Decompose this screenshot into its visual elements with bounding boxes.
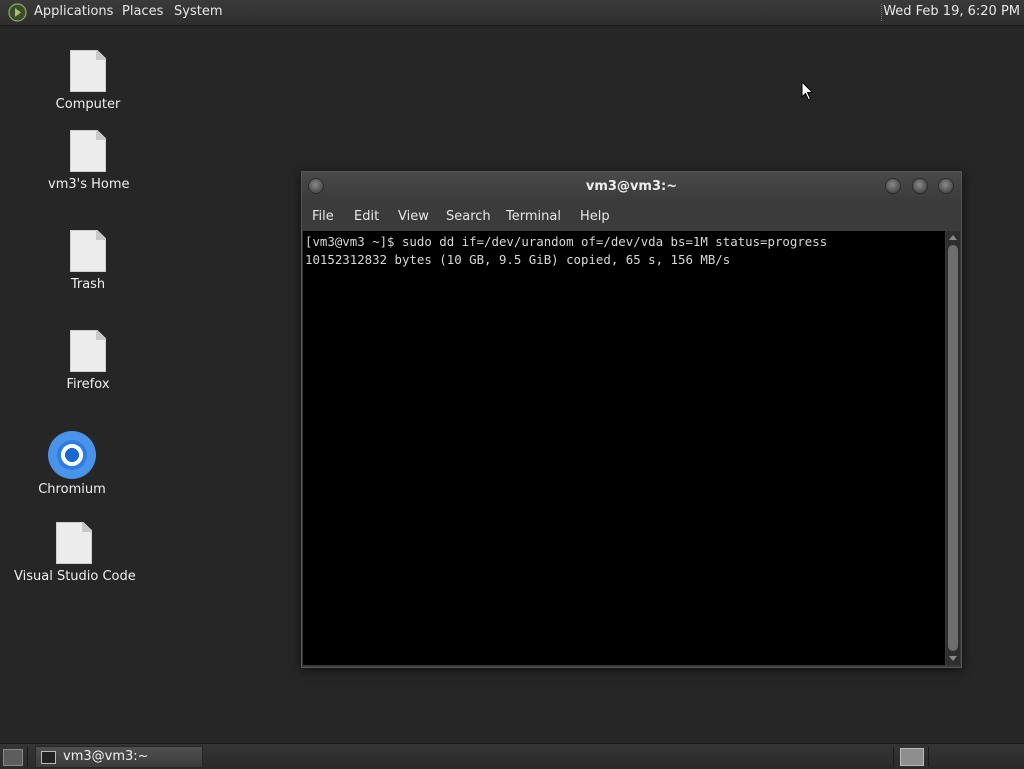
terminal-window[interactable]: vm3@vm3:~ File Edit View Search Terminal… xyxy=(301,171,962,668)
desktop-icon-computer[interactable]: Computer xyxy=(48,50,128,112)
file-icon xyxy=(70,230,106,272)
places-menu[interactable]: Places xyxy=(122,4,163,19)
terminal-line-command: [vm3@vm3 ~]$ sudo dd if=/dev/urandom of=… xyxy=(305,234,828,249)
window-title: vm3@vm3:~ xyxy=(585,179,678,194)
show-desktop-icon[interactable] xyxy=(3,749,23,766)
workspace-switcher[interactable] xyxy=(900,748,924,766)
bottom-panel: vm3@vm3:~ xyxy=(0,743,1024,769)
panel-separator xyxy=(893,747,894,766)
desktop-icon-label: Trash xyxy=(70,277,106,292)
distro-logo-icon[interactable] xyxy=(8,3,27,22)
terminal-icon xyxy=(41,751,56,764)
menu-view[interactable]: View xyxy=(398,209,429,224)
scroll-up-arrow-icon[interactable] xyxy=(949,235,957,240)
scroll-down-arrow-icon[interactable] xyxy=(949,656,957,661)
window-titlebar[interactable]: vm3@vm3:~ xyxy=(302,172,961,202)
minimize-button[interactable] xyxy=(885,178,901,194)
desktop-icon-chromium[interactable]: Chromium xyxy=(32,431,112,497)
desktop-icon-label: Chromium xyxy=(38,482,106,497)
menu-terminal[interactable]: Terminal xyxy=(506,209,561,224)
maximize-button[interactable] xyxy=(912,178,928,194)
system-menu[interactable]: System xyxy=(174,4,222,19)
desktop-icon-label: vm3's Home xyxy=(48,177,130,192)
file-icon xyxy=(70,130,106,172)
taskbar-item-terminal[interactable]: vm3@vm3:~ xyxy=(35,746,203,768)
file-icon xyxy=(56,522,92,564)
desktop-icon-home[interactable]: vm3's Home xyxy=(48,130,130,192)
file-icon xyxy=(70,330,106,372)
scroll-thumb[interactable] xyxy=(948,245,958,651)
clock[interactable]: Wed Feb 19, 6:20 PM xyxy=(883,4,1020,19)
terminal-scrollbar[interactable] xyxy=(946,231,960,665)
desktop-icon-label: Computer xyxy=(55,97,121,112)
desktop-icon-trash[interactable]: Trash xyxy=(48,230,128,292)
desktop-icon-vscode[interactable]: Visual Studio Code xyxy=(14,522,136,584)
desktop-icon-label: Visual Studio Code xyxy=(14,569,136,584)
desktop-icon-label: Firefox xyxy=(66,377,110,392)
terminal-menubar: File Edit View Search Terminal Help xyxy=(302,202,961,230)
close-button[interactable] xyxy=(938,178,954,194)
applications-menu[interactable]: Applications xyxy=(34,4,113,19)
mouse-pointer-icon xyxy=(801,81,814,101)
desktop-icon-firefox[interactable]: Firefox xyxy=(48,330,128,392)
taskbar-item-label: vm3@vm3:~ xyxy=(63,749,149,764)
terminal-line-output: 10152312832 bytes (10 GB, 9.5 GiB) copie… xyxy=(305,252,731,267)
menu-file[interactable]: File xyxy=(312,209,334,224)
menu-edit[interactable]: Edit xyxy=(354,209,379,224)
panel-separator xyxy=(928,747,929,766)
terminal-output[interactable]: [vm3@vm3 ~]$ sudo dd if=/dev/urandom of=… xyxy=(303,231,945,665)
menu-search[interactable]: Search xyxy=(446,209,491,224)
chromium-icon xyxy=(48,431,96,479)
file-icon xyxy=(70,50,106,92)
top-panel: Applications Places System Wed Feb 19, 6… xyxy=(0,0,1024,26)
menu-help[interactable]: Help xyxy=(580,209,610,224)
panel-separator xyxy=(27,747,28,766)
